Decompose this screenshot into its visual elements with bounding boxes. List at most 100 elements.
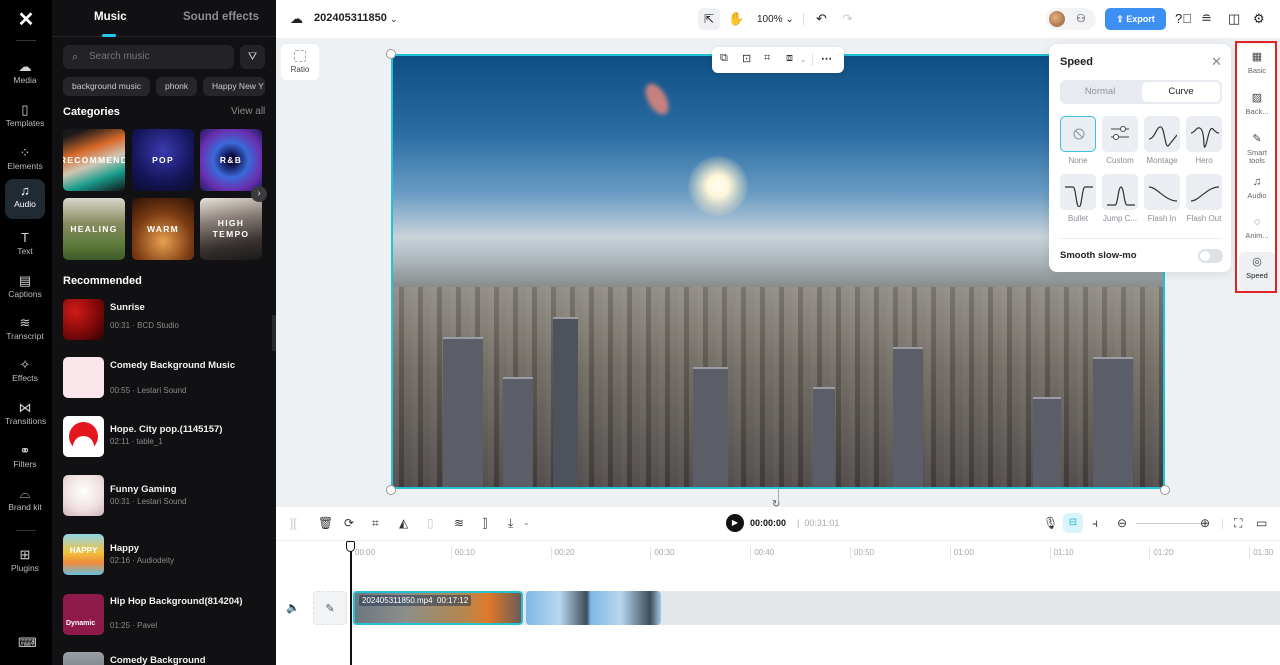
search-music-input[interactable]: ⌕ Search music xyxy=(63,45,234,69)
project-name[interactable]: 202405311850 xyxy=(314,12,387,24)
track-item[interactable]: Dynamic Hip Hop Background(814204) 01:25… xyxy=(63,594,263,636)
chevron-down-icon[interactable]: ⌄ xyxy=(390,11,398,27)
close-icon[interactable]: ✕ xyxy=(1211,54,1222,70)
split-icon[interactable]: ][ xyxy=(290,516,297,530)
speed-preset-jump-c[interactable] xyxy=(1102,174,1138,210)
add-user-icon[interactable]: ⚇ xyxy=(1076,11,1086,27)
crop-icon[interactable]: ⌗ xyxy=(372,516,379,530)
category-pop[interactable]: POP xyxy=(132,129,194,191)
replay-icon[interactable]: ⟳ xyxy=(344,516,354,530)
redo-icon[interactable]: ↷ xyxy=(842,11,853,27)
suggestion-chip[interactable]: background music xyxy=(63,77,150,96)
categories-next-button[interactable]: › xyxy=(251,186,267,202)
rail-item-transcript[interactable]: ≋ Transcript xyxy=(5,311,45,351)
tab-normal[interactable]: Normal xyxy=(1060,80,1140,104)
select-tool-button[interactable]: ⇱ xyxy=(698,8,720,30)
freeze-icon[interactable]: ▯ xyxy=(427,516,434,530)
time-ruler[interactable]: 00:00 00:10 00:20 00:30 00:40 00:50 01:00 01:10… xyxy=(276,540,1280,560)
play-button[interactable]: ▶ xyxy=(726,514,744,532)
capcut-logo-icon[interactable]: ✕ xyxy=(14,10,38,30)
rail-item-audio[interactable]: ♫ Audio xyxy=(5,179,45,219)
speed-preset-flash-in[interactable] xyxy=(1144,174,1180,210)
video-clip[interactable] xyxy=(526,591,661,625)
more-options-icon[interactable]: ⋯ xyxy=(821,52,832,65)
settings-icon[interactable]: ⚙ xyxy=(1253,11,1265,27)
smooth-slow-mo-toggle[interactable] xyxy=(1198,249,1223,263)
zoom-out-icon[interactable]: ⊖ xyxy=(1117,516,1127,530)
rail-item-plugins[interactable]: ⊞ Plugins xyxy=(5,543,45,583)
chevron-down-icon[interactable]: ⌄ xyxy=(523,516,530,530)
undo-icon[interactable]: ↶ xyxy=(816,11,827,27)
category-recommend[interactable]: RECOMMEND xyxy=(63,129,125,191)
speed-preset-bullet[interactable] xyxy=(1060,174,1096,210)
volume-icon[interactable]: 🔈 xyxy=(286,601,300,614)
zoom-slider[interactable] xyxy=(1136,523,1208,524)
hand-tool-icon[interactable]: ✋ xyxy=(728,11,744,27)
rail-item-brand-kit[interactable]: ⌓ Brand kit xyxy=(5,482,45,526)
rail-item-effects[interactable]: ✧ Effects xyxy=(5,353,45,393)
track-item[interactable]: HAPPY Happy 02:16 · Audiodeity xyxy=(63,534,263,576)
avatar[interactable] xyxy=(1049,11,1065,27)
zoom-in-icon[interactable]: ⊕ xyxy=(1200,516,1210,530)
fullscreen-icon[interactable]: ⛶ xyxy=(1234,516,1242,530)
suggestion-chip[interactable]: Happy New Y xyxy=(203,77,265,96)
download-icon[interactable]: ⤓ xyxy=(508,516,513,530)
collaborators[interactable]: ⚇ xyxy=(1046,8,1096,30)
stack-icon[interactable]: ≘ xyxy=(1201,11,1212,27)
track-item[interactable]: Hope. City pop.(1145157) 02:11 · table_1 xyxy=(63,416,263,458)
mirror-icon[interactable]: ◭ xyxy=(399,516,408,530)
resize-handle-br[interactable] xyxy=(1160,485,1170,495)
rail-item-text[interactable]: T Text xyxy=(5,226,45,266)
speed-preset-hero[interactable] xyxy=(1186,116,1222,152)
speed-preset-montage[interactable] xyxy=(1144,116,1180,152)
cloud-sync-icon[interactable]: ☁ xyxy=(290,11,303,27)
rail-item-captions[interactable]: ▤ Captions xyxy=(5,269,45,309)
export-button[interactable]: ⇪ Export xyxy=(1105,8,1166,30)
track-item[interactable]: Sunrise 00:31 · BCD Studio xyxy=(63,299,263,341)
zoom-level-dropdown[interactable]: 100% ⌄ xyxy=(757,12,794,28)
magnet-snap-toggle[interactable]: ⊟ xyxy=(1063,513,1083,533)
help-icon[interactable]: ?⃝ xyxy=(1175,11,1192,27)
category-high-tempo[interactable]: HIGH TEMPO xyxy=(200,198,262,260)
video-clip-selected[interactable]: 202405311850.mp4 00:17:12 xyxy=(353,591,523,625)
tab-curve[interactable]: Curve xyxy=(1142,82,1220,102)
track-item[interactable]: Comedy Background xyxy=(63,652,263,665)
playhead[interactable] xyxy=(350,541,352,665)
microphone-icon[interactable]: 🎙 xyxy=(1043,516,1058,530)
delete-icon[interactable]: 🗑 xyxy=(318,516,333,530)
tab-sound-effects[interactable]: Sound effects xyxy=(183,11,259,23)
replace-icon[interactable]: ⧉ xyxy=(720,52,728,65)
speed-preset-flash-out[interactable] xyxy=(1186,174,1222,210)
rail-item-templates[interactable]: ▯ Templates xyxy=(5,98,45,138)
rail-item-transitions[interactable]: ⋈ Transitions xyxy=(5,396,46,436)
trim-icon[interactable]: ⟧ xyxy=(482,516,488,530)
edit-track-button[interactable]: ✎ xyxy=(313,591,347,625)
playhead-handle[interactable] xyxy=(346,541,355,552)
resize-handle-tl[interactable] xyxy=(386,49,396,59)
rail-item-elements[interactable]: ⁘ Elements xyxy=(5,141,45,181)
speed-preset-none[interactable] xyxy=(1060,116,1096,152)
rail-item-filters[interactable]: ⚭ Filters xyxy=(5,439,45,479)
ratio-button[interactable]: Ratio xyxy=(281,44,319,80)
category-healing[interactable]: HEALING xyxy=(63,198,125,260)
keyboard-shortcuts-icon[interactable]: ⌨ xyxy=(18,635,37,651)
fit-icon[interactable]: ⊡ xyxy=(742,52,751,65)
chevron-down-icon[interactable]: ⌄ xyxy=(800,55,807,64)
speed-preset-custom[interactable] xyxy=(1102,116,1138,152)
resize-handle-bl[interactable] xyxy=(386,485,396,495)
split-view-icon[interactable]: ⫞ xyxy=(1092,516,1098,530)
suggestion-chip[interactable]: phonk xyxy=(156,77,198,96)
picture-in-picture-icon[interactable]: ⧈ xyxy=(786,52,793,65)
rail-item-media[interactable]: ☁ Media xyxy=(5,55,45,95)
track-item[interactable]: Comedy Background Music 00:55 · Lestari … xyxy=(63,357,263,399)
remove-background-icon[interactable]: ≋ xyxy=(454,516,464,530)
category-rnb[interactable]: R&B xyxy=(200,129,262,191)
comment-icon[interactable]: ▭ xyxy=(1256,516,1267,530)
tab-music[interactable]: Music xyxy=(94,11,127,23)
view-all-link[interactable]: View all xyxy=(231,106,265,117)
track-item[interactable]: Funny Gaming 00:31 · Lestari Sound xyxy=(63,475,263,517)
category-warm[interactable]: WARM xyxy=(132,198,194,260)
filter-button[interactable]: ⛛ xyxy=(240,45,265,69)
crop-icon[interactable]: ⌗ xyxy=(764,52,770,65)
layout-panel-icon[interactable]: ◫ xyxy=(1228,11,1240,27)
